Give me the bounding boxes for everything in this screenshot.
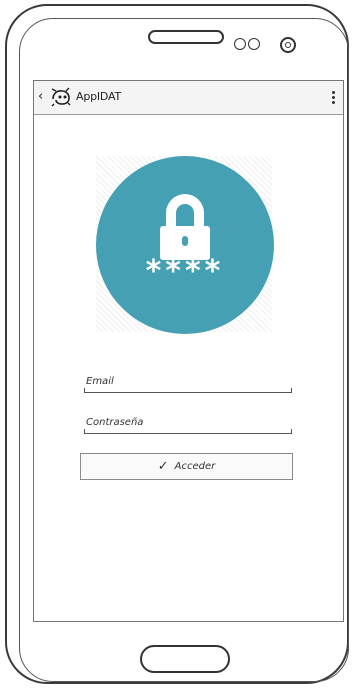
light-sensor	[248, 38, 260, 50]
mockup-canvas: ‹ AppIDAT **** Email Contraseña ✓ Accede…	[0, 0, 356, 689]
chevron-left-icon[interactable]: ‹	[38, 90, 43, 104]
proximity-sensor	[234, 38, 246, 50]
email-placeholder: Email	[86, 376, 114, 387]
check-icon: ✓	[157, 459, 169, 474]
password-placeholder: Contraseña	[86, 417, 144, 428]
pin-mask: ****	[145, 254, 225, 289]
front-camera-icon	[280, 37, 296, 53]
lock-badge: ****	[96, 156, 274, 334]
app-title: AppIDAT	[76, 90, 122, 103]
password-field[interactable]: Contraseña	[84, 414, 292, 434]
earpiece-speaker	[148, 30, 224, 44]
home-button[interactable]	[140, 645, 230, 673]
phone-screen: ‹ AppIDAT **** Email Contraseña ✓ Accede…	[33, 80, 344, 622]
login-button[interactable]: ✓ Acceder	[80, 453, 293, 480]
app-logo-icon	[51, 87, 71, 107]
action-bar: ‹ AppIDAT	[34, 81, 343, 115]
overflow-menu-icon[interactable]	[332, 91, 335, 105]
login-button-label: Acceder	[174, 461, 216, 472]
email-field[interactable]: Email	[84, 373, 292, 393]
